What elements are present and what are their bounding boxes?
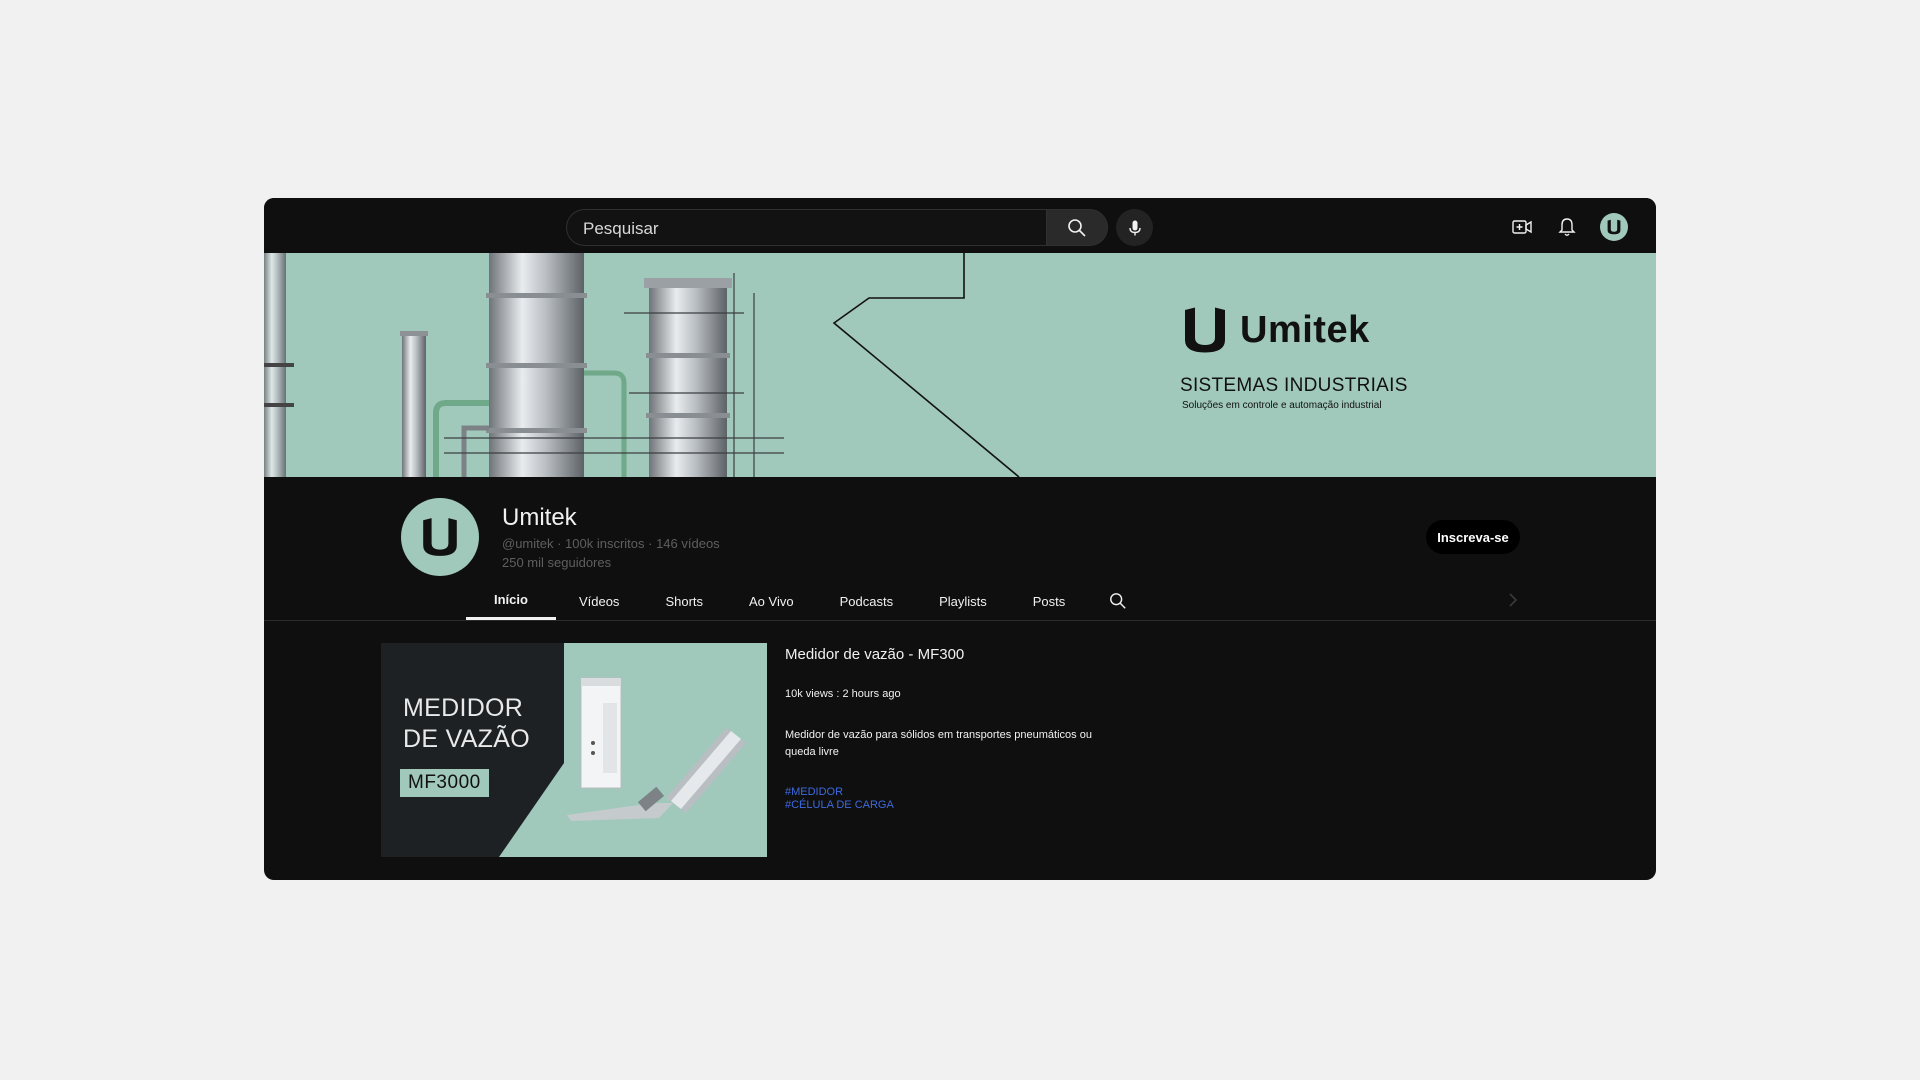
thumbnail-title-line1: MEDIDOR xyxy=(403,694,524,722)
channel-meta: @umitek · 100k inscritos · 146 vídeos xyxy=(502,536,720,551)
featured-video-stats: 10k views : 2 hours ago xyxy=(785,688,901,700)
top-bar xyxy=(264,198,1656,253)
banner-brand-name: Umitek xyxy=(1240,308,1370,351)
search-button[interactable] xyxy=(1046,209,1108,246)
tab-shorts[interactable]: Shorts xyxy=(642,582,726,620)
tab-playlists[interactable]: Playlists xyxy=(916,582,1010,620)
featured-video-thumbnail[interactable]: MEDIDOR DE VAZÃO MF3000 xyxy=(381,643,767,857)
tab-podcasts[interactable]: Podcasts xyxy=(817,582,916,620)
tab-videos[interactable]: Vídeos xyxy=(556,582,642,620)
channel-search-button[interactable] xyxy=(1098,582,1138,620)
tab-posts[interactable]: Posts xyxy=(1010,582,1089,620)
search-icon xyxy=(1068,218,1086,237)
hashtag-link[interactable]: #MEDIDOR xyxy=(785,786,843,798)
thumbnail-title: MEDIDOR DE VAZÃO xyxy=(403,693,530,755)
channel-avatar[interactable] xyxy=(401,498,479,576)
banner-brand: Umitek SISTEMAS INDUSTRIAIS Soluções em … xyxy=(1180,305,1420,411)
search-icon xyxy=(1110,593,1126,609)
notifications-button[interactable] xyxy=(1553,213,1581,241)
hashtag-link[interactable]: #CÉLULA DE CARGA xyxy=(785,799,894,811)
umitek-logo-icon xyxy=(1607,219,1621,235)
banner-tagline: SISTEMAS INDUSTRIAIS xyxy=(1180,375,1408,396)
thumbnail-model-badge: MF3000 xyxy=(400,769,489,797)
tab-inicio[interactable]: Início xyxy=(466,582,556,620)
bell-icon xyxy=(1558,218,1576,236)
create-video-icon xyxy=(1512,220,1532,234)
umitek-logo-icon xyxy=(423,518,457,556)
tab-ao-vivo[interactable]: Ao Vivo xyxy=(726,582,817,620)
voice-search-button[interactable] xyxy=(1116,209,1153,246)
channel-name: Umitek xyxy=(502,504,577,531)
search-box[interactable] xyxy=(566,209,1046,247)
umitek-logo-icon xyxy=(1185,307,1225,353)
channel-followers: 250 mil seguidores xyxy=(502,555,612,570)
industrial-plant-illustration xyxy=(264,253,784,477)
channel-banner: Umitek SISTEMAS INDUSTRIAIS Soluções em … xyxy=(264,253,1656,477)
search-input[interactable] xyxy=(581,210,1025,247)
chevron-right-icon[interactable] xyxy=(1504,591,1522,609)
thumbnail-title-line2: DE VAZÃO xyxy=(403,725,530,753)
channel-tabs: Início Vídeos Shorts Ao Vivo Podcasts Pl… xyxy=(466,582,1138,620)
youtube-channel-window: Umitek SISTEMAS INDUSTRIAIS Soluções em … xyxy=(264,198,1656,880)
featured-video-description: Medidor de vazão para sólidos em transpo… xyxy=(785,729,1092,758)
create-button[interactable] xyxy=(1508,213,1536,241)
din-rail-module xyxy=(580,677,622,789)
subscribe-button[interactable]: Inscreva-se xyxy=(1426,520,1520,554)
banner-subline: Soluções em controle e automação industr… xyxy=(1182,400,1382,411)
avatar[interactable] xyxy=(1600,213,1628,241)
featured-video-title[interactable]: Medidor de vazão - MF300 xyxy=(785,646,964,663)
mic-icon xyxy=(1128,220,1141,235)
tabs-divider xyxy=(264,620,1656,621)
